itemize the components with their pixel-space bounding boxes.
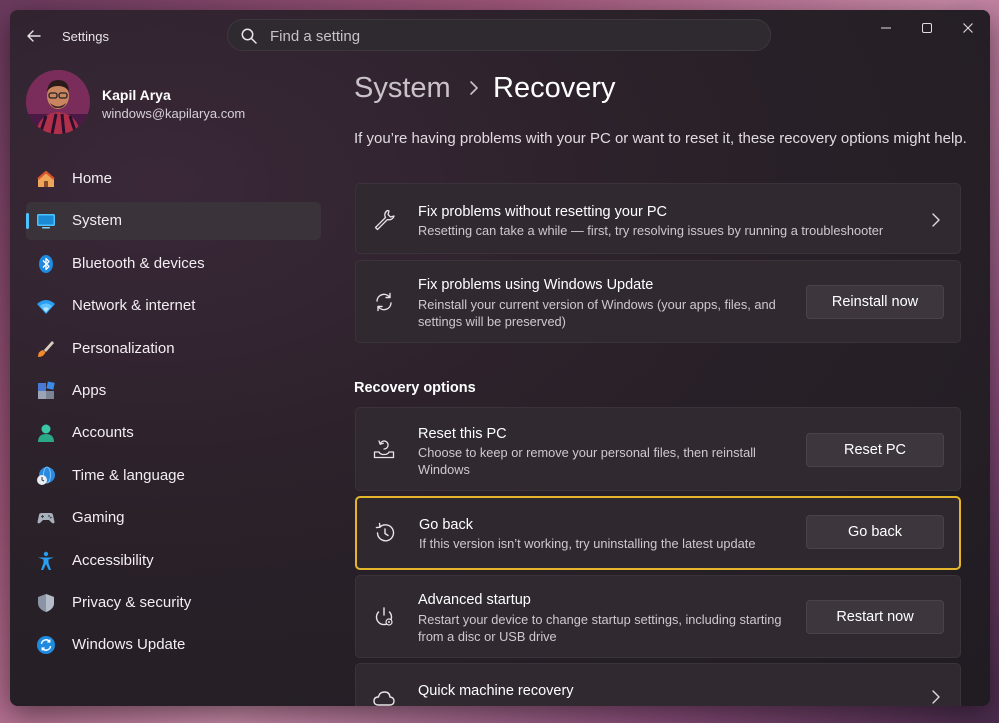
- sidebar-item-label: Gaming: [72, 509, 125, 527]
- go-back-card: Go back If this version isn’t working, t…: [355, 496, 961, 570]
- sidebar-item-label: Personalization: [72, 339, 175, 357]
- card-title: Quick machine recovery: [418, 683, 574, 699]
- sidebar-item-network[interactable]: Network & internet: [26, 287, 321, 325]
- breadcrumb-parent[interactable]: System: [354, 72, 451, 105]
- sidebar-item-home[interactable]: Home: [26, 160, 321, 198]
- chevron-right-icon: [932, 690, 940, 704]
- advanced-startup-icon: [375, 607, 393, 626]
- reset-pc-icon: [373, 440, 395, 459]
- bluetooth-icon: [39, 254, 53, 273]
- brush-icon: [38, 340, 54, 357]
- card-title: Reset this PC: [418, 426, 507, 442]
- intro-text: If you’re having problems with your PC o…: [354, 130, 967, 147]
- sidebar-item-label: Windows Update: [72, 636, 186, 654]
- page-title: Recovery: [493, 72, 616, 104]
- advanced-startup-card: Advanced startup Restart your device to …: [355, 575, 961, 658]
- sidebar-item-label: Time & language: [72, 466, 185, 484]
- sidebar-item-label: Accounts: [72, 424, 134, 442]
- back-arrow-icon: [27, 30, 41, 42]
- sidebar-item-label: System: [72, 212, 123, 230]
- history-icon: [375, 522, 395, 542]
- reinstall-now-button[interactable]: Reinstall now: [806, 285, 944, 319]
- sidebar-item-time-language[interactable]: Time & language: [26, 457, 321, 495]
- sidebar-item-accessibility[interactable]: Accessibility: [26, 542, 321, 580]
- minimize-icon: [881, 27, 891, 29]
- card-title: Fix problems without resetting your PC: [418, 204, 668, 220]
- minimize-button[interactable]: [870, 16, 902, 40]
- time-language-icon: [37, 466, 55, 485]
- sidebar-item-label: Apps: [72, 381, 107, 399]
- maximize-button[interactable]: [911, 16, 943, 40]
- accessibility-icon: [38, 551, 54, 570]
- sidebar-item-accounts[interactable]: Accounts: [26, 414, 321, 452]
- maximize-icon: [922, 23, 932, 33]
- accounts-icon: [38, 424, 54, 443]
- back-button[interactable]: [24, 26, 44, 46]
- sidebar-item-bluetooth[interactable]: Bluetooth & devices: [26, 245, 321, 283]
- fix-windows-update-card: Fix problems using Windows Update Reinst…: [355, 260, 961, 343]
- chevron-right-icon: [470, 81, 478, 95]
- fix-without-reset-card[interactable]: Fix problems without resetting your PC R…: [355, 183, 961, 254]
- chevron-right-icon: [932, 213, 940, 227]
- quick-machine-recovery-card[interactable]: Quick machine recovery: [355, 663, 961, 706]
- card-description: Reinstall your current version of Window…: [418, 297, 776, 329]
- home-icon: [37, 170, 55, 187]
- card-description: If this version isn’t working, try unins…: [419, 536, 756, 551]
- sidebar-nav: Home System Bluetooth & devices Network …: [26, 160, 321, 669]
- reset-pc-card: Reset this PC Choose to keep or remove y…: [355, 407, 961, 491]
- go-back-button[interactable]: Go back: [806, 515, 944, 549]
- windows-update-icon: [37, 636, 55, 655]
- search-box[interactable]: [227, 19, 771, 52]
- app-title: Settings: [62, 29, 109, 44]
- search-icon: [241, 28, 257, 44]
- card-title: Go back: [419, 517, 473, 533]
- section-title: Recovery options: [354, 380, 476, 396]
- reset-pc-button[interactable]: Reset PC: [806, 433, 944, 467]
- restart-now-button[interactable]: Restart now: [806, 600, 944, 634]
- wrench-icon: [374, 209, 395, 231]
- sidebar-item-label: Home: [72, 170, 113, 187]
- sidebar-item-personalization[interactable]: Personalization: [26, 330, 321, 368]
- user-name: Kapil Arya: [102, 87, 171, 103]
- card-title: Fix problems using Windows Update: [418, 277, 654, 293]
- network-icon: [37, 300, 55, 315]
- sidebar-item-label: Bluetooth & devices: [72, 254, 205, 272]
- sidebar-item-label: Network & internet: [72, 297, 196, 315]
- sidebar-item-gaming[interactable]: Gaming: [26, 499, 321, 537]
- system-icon: [37, 214, 55, 229]
- sidebar-item-windows-update[interactable]: Windows Update: [26, 626, 321, 664]
- user-email: windows@kapilarya.com: [102, 106, 246, 121]
- settings-window: Settings K: [10, 10, 990, 706]
- close-icon: [963, 23, 973, 33]
- avatar-photo-icon: [26, 70, 90, 134]
- card-description: Choose to keep or remove your personal f…: [418, 445, 756, 477]
- sidebar-item-label: Privacy & security: [72, 593, 192, 611]
- refresh-icon: [376, 292, 392, 312]
- search-input[interactable]: [268, 20, 752, 52]
- sidebar-item-privacy-security[interactable]: Privacy & security: [26, 584, 321, 622]
- apps-icon: [38, 381, 55, 399]
- sidebar-item-system[interactable]: System: [26, 202, 321, 241]
- sidebar-item-apps[interactable]: Apps: [26, 372, 321, 410]
- close-button[interactable]: [952, 16, 984, 40]
- avatar[interactable]: [26, 70, 90, 134]
- gamepad-icon: [37, 513, 55, 524]
- title-bar: Settings: [10, 10, 990, 60]
- card-description: Restart your device to change startup se…: [418, 612, 782, 644]
- card-description: Resetting can take a while — first, try …: [418, 223, 884, 238]
- cloud-icon: [373, 691, 395, 706]
- card-title: Advanced startup: [418, 592, 531, 608]
- shield-icon: [38, 593, 54, 612]
- sidebar-item-label: Accessibility: [72, 551, 154, 569]
